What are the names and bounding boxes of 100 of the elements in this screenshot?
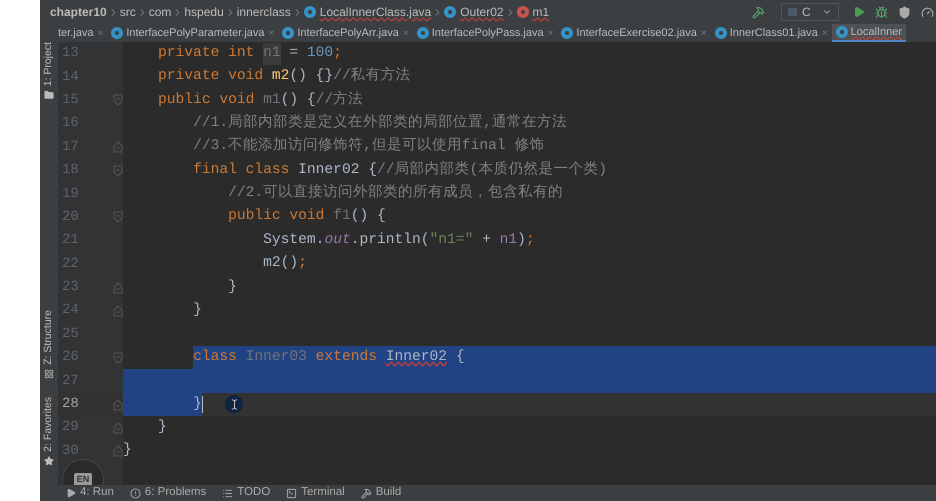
fold-marker-icon[interactable] [113,422,123,434]
editor-tab[interactable]: InterfacePolyArr.java × [278,24,413,42]
code-token: () { [350,207,386,226]
fold-marker-icon[interactable] [113,164,123,177]
breadcrumb[interactable]: m1 [516,3,550,21]
code-token: f1 [333,207,351,226]
text-caret [202,396,204,414]
code-token: m1 [263,90,281,110]
breadcrumb[interactable]: LocalInnerClass.java [304,3,432,21]
tool-window-tab[interactable]: Z: Structure [40,310,58,380]
code-token: () { [280,90,316,110]
class-icon [444,6,456,18]
tool-window-button[interactable]: Terminal [286,484,345,501]
code-token: } [193,301,202,320]
code-token: extends [306,346,386,370]
code-token: } [193,392,202,416]
code-token: Inner02 { [298,160,377,180]
tool-window-button[interactable]: 4: Run [66,484,114,501]
hammer-icon [360,488,372,498]
fold-marker-icon[interactable] [113,398,123,411]
editor-tab[interactable]: InnerClass01.java × [710,24,832,42]
editor-tab[interactable]: InterfacePolyPass.java × [412,24,558,42]
code-token: } [158,418,167,437]
code-token: () {} [289,67,334,86]
fold-marker-icon[interactable] [113,282,123,294]
code-token: ; [526,230,535,250]
breadcrumb[interactable]: innerclass [236,3,291,21]
code-token: } [228,278,237,297]
tool-window-tab[interactable]: 1: Project [40,42,58,100]
list-icon [222,488,234,498]
editor-tab[interactable]: InterfaceExercise02.java × [557,24,711,42]
fold-marker-icon[interactable] [113,211,123,224]
code-token: ) [517,230,526,250]
tool-window-button[interactable]: 6: Problems [130,484,206,501]
class-icon [714,27,727,39]
folder-icon [44,90,54,100]
profiler-icon[interactable] [921,6,934,18]
code-token: 100 [306,44,334,63]
class-icon [561,27,574,39]
code-token: m2 [272,67,290,86]
class-icon [282,27,294,39]
code-comment: //私有方法 [333,66,411,86]
code-token: ; [298,254,307,274]
code-token: m2() [263,254,298,274]
run-config-dropdown[interactable]: C [781,3,839,21]
tool-window-tab[interactable]: 2: Favorites [40,397,58,466]
code-token: n1 [500,230,518,250]
code-token: } [123,441,132,460]
code-token: ; [333,44,342,63]
class-icon [416,27,429,39]
build-icon[interactable] [752,6,765,18]
line-number: 28 [61,395,80,414]
code-token: public void [228,207,326,226]
breadcrumb[interactable]: Outer02 [444,3,504,21]
code-token: System. [263,230,324,250]
structure-icon [44,369,54,380]
class-icon [836,26,848,38]
code-token: final class [193,160,290,180]
tool-window-button[interactable]: TODO [222,484,270,501]
code-comment: //2.可以直接访问外部类的所有成员，包含私有的 [228,183,564,204]
code-token: = [288,44,300,63]
code-token: .println( [350,230,430,250]
code-token: { [447,346,465,370]
breadcrumb[interactable]: com [148,3,172,21]
coverage-icon[interactable] [898,6,911,18]
config-icon [788,8,797,16]
class-icon [304,6,316,18]
editor-tab[interactable]: InterfacePolyParameter.java × [107,24,278,42]
method-icon [516,6,529,18]
code-token: class [193,346,246,370]
code-token: + [481,230,492,250]
code-token: Inner03 [246,346,307,370]
star-icon [44,456,54,466]
code-comment: //方法 [316,90,364,110]
code-token: n1 [263,42,281,65]
tool-window-button[interactable]: Build [360,484,402,501]
code-token: "n1=" [430,230,474,250]
code-token: out [324,230,351,250]
breadcrumb[interactable]: src [120,3,136,21]
breadcrumb[interactable]: hspedu [184,3,224,21]
code-token: private int [158,44,256,63]
code-comment: //3.不能添加访问修饰符,但是可以使用final 修饰 [193,136,544,156]
fold-marker-icon[interactable] [113,304,123,317]
code-comment: //局部内部类(本质仍然是一个类) [376,160,608,180]
code-token: public void [158,90,256,110]
play-icon [66,488,76,498]
breadcrumb[interactable]: chapter10 [50,3,107,21]
class-icon [111,27,124,39]
warning-icon [130,488,141,498]
fold-marker-icon[interactable] [113,352,123,364]
fold-marker-icon[interactable] [113,141,123,154]
code-token: Inner02 [386,346,448,370]
debug-icon[interactable] [875,6,888,18]
run-icon[interactable] [853,6,865,18]
editor-tab[interactable]: LocalInner [832,24,906,42]
terminal-icon [286,488,298,498]
editor-tab[interactable]: ter.java × [54,24,108,42]
fold-marker-icon[interactable] [113,94,123,106]
code-token: private void [158,67,264,86]
fold-marker-icon[interactable] [113,445,123,458]
